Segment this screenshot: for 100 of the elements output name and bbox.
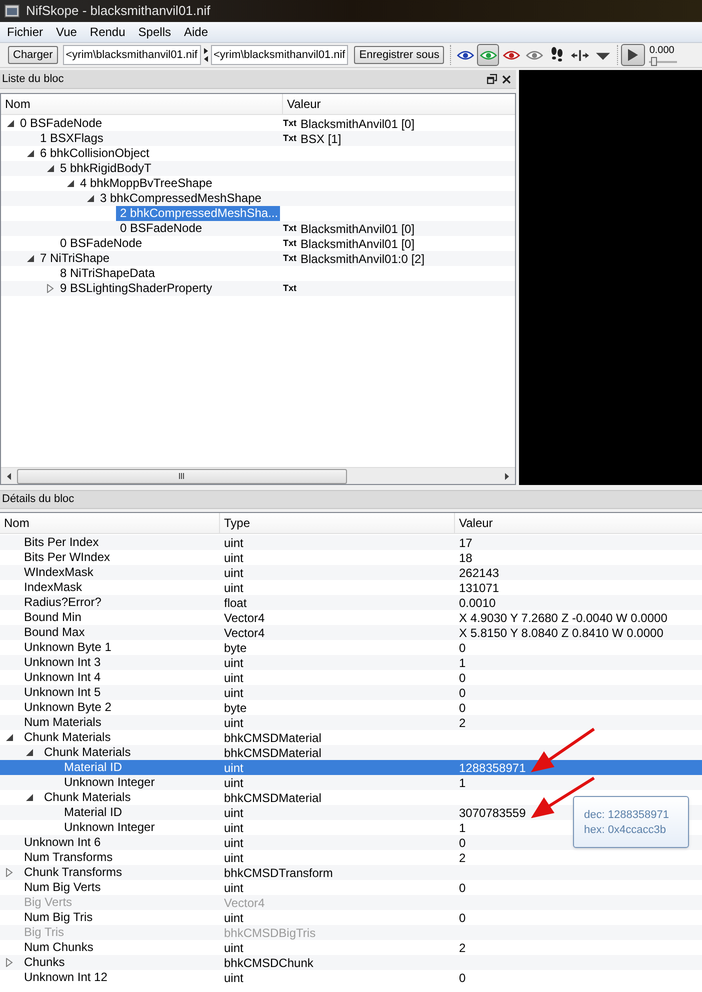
property-type: uint <box>224 836 244 850</box>
property-name: Unknown Integer <box>63 775 155 790</box>
property-name: Unknown Int 4 <box>23 670 101 685</box>
property-name: Chunk Materials <box>43 745 131 760</box>
property-type: bhkCMSDMaterial <box>224 790 322 804</box>
property-name: Bits Per Index <box>23 535 99 550</box>
property-type: uint <box>224 776 244 790</box>
property-type: Vector4 <box>224 626 265 640</box>
property-type: uint <box>224 656 244 670</box>
property-name: Unknown Int 12 <box>23 970 108 985</box>
property-type: uint <box>224 760 244 774</box>
value-text: BlacksmithAnvil01 [0] <box>300 220 415 238</box>
tooltip-text: hex: 0x4ccacc3b <box>584 822 667 836</box>
property-value: 1 <box>459 820 466 834</box>
property-type: float <box>224 596 247 610</box>
property-value: 3070783559 <box>459 806 526 820</box>
property-value: X 4.9030 Y 7.2680 Z -0.0040 W 0.0000 <box>459 610 668 624</box>
property-value: 262143 <box>459 566 500 580</box>
property-type: bhkCMSDMaterial <box>224 746 322 760</box>
property-name: Num Transforms <box>23 850 113 865</box>
property-value: 0 <box>459 640 466 654</box>
property-type: bhkCMSDTransform <box>224 866 333 880</box>
property-type: uint <box>224 566 244 580</box>
property-type: uint <box>224 806 244 820</box>
property-name: Chunks <box>23 955 65 970</box>
property-value: 1 <box>459 776 466 790</box>
property-value: 2 <box>459 940 466 954</box>
property-type: byte <box>224 640 247 654</box>
property-value: 17 <box>459 536 472 550</box>
property-type: uint <box>224 536 244 550</box>
type-tag: Txt <box>283 282 296 296</box>
property-name: Unknown Int 5 <box>23 685 101 700</box>
property-name: Chunk Transforms <box>23 865 122 880</box>
property-type: uint <box>224 686 244 700</box>
property-value: 0 <box>459 836 466 850</box>
property-type: uint <box>224 820 244 834</box>
property-value: 0 <box>459 910 466 924</box>
property-name: Unknown Byte 1 <box>23 640 112 655</box>
property-name: Bound Min <box>23 610 82 625</box>
property-value: X 5.8150 Y 8.0840 Z 0.8410 W 0.0000 <box>459 626 664 640</box>
panel-title: Détails du bloc <box>2 492 74 508</box>
property-type: uint <box>224 850 244 864</box>
property-name: Chunk Materials <box>23 730 111 745</box>
property-name: Big Verts <box>23 895 72 910</box>
type-tag: Txt <box>283 132 296 146</box>
property-name: Big Tris <box>23 925 64 940</box>
property-value: 18 <box>459 550 472 564</box>
property-name: Bits Per WIndex <box>23 550 110 565</box>
type-tag: Txt <box>283 222 296 236</box>
type-tag: Txt <box>283 236 296 250</box>
property-type: uint <box>224 880 244 894</box>
value-text: BlacksmithAnvil01:0 [2] <box>300 250 425 268</box>
property-value: 0 <box>459 670 466 684</box>
property-name: Unknown Int 3 <box>23 655 101 670</box>
property-type: Vector4 <box>224 610 265 624</box>
property-value: 1 <box>459 656 466 670</box>
time-value: 0.000 <box>649 44 676 56</box>
property-name: Material ID <box>63 805 122 820</box>
property-type: uint <box>224 970 244 984</box>
tooltip-text: dec: 1288358971 <box>584 808 670 822</box>
property-value: 131071 <box>459 580 500 594</box>
property-value: 0 <box>459 880 466 894</box>
property-name: Material ID <box>63 760 122 775</box>
property-type: uint <box>224 910 244 924</box>
window-title: NifSkope - blacksmithanvil01.nif <box>26 2 210 20</box>
type-tag: Txt <box>283 116 296 130</box>
property-name: Radius?Error? <box>23 595 102 610</box>
property-value: 1288358971 <box>459 760 526 774</box>
property-type: uint <box>224 716 244 730</box>
property-value: 0 <box>459 970 466 984</box>
panel-title: Liste du bloc <box>2 72 64 87</box>
property-name: Unknown Integer <box>63 820 155 835</box>
property-name: Num Big Tris <box>23 910 93 925</box>
property-name: Bound Max <box>23 625 85 640</box>
property-value: 0 <box>459 686 466 700</box>
property-name: IndexMask <box>23 580 82 595</box>
value-text: BlacksmithAnvil01 [0] <box>300 116 415 132</box>
property-type: uint <box>224 550 244 564</box>
property-name: Num Chunks <box>23 940 94 955</box>
property-value: 2 <box>459 716 466 730</box>
property-type: uint <box>224 670 244 684</box>
property-value: 0 <box>459 700 466 714</box>
property-type: bhkCMSDBigTris <box>224 926 316 940</box>
property-name: Num Materials <box>23 715 102 730</box>
property-name: WIndexMask <box>23 565 94 580</box>
property-name: Unknown Int 6 <box>23 835 101 850</box>
property-name: Chunk Materials <box>43 790 131 805</box>
property-value: 2 <box>459 850 466 864</box>
property-name: Num Big Verts <box>23 880 101 895</box>
property-type: uint <box>224 940 244 954</box>
property-name: Unknown Byte 2 <box>23 700 112 715</box>
value-text: BlacksmithAnvil01 [0] <box>300 236 415 252</box>
property-type: uint <box>224 580 244 594</box>
property-type: byte <box>224 700 247 714</box>
value-text: BSX [1] <box>300 130 342 148</box>
property-type: Vector4 <box>224 896 265 910</box>
property-type: bhkCMSDMaterial <box>224 730 322 744</box>
property-value: 0.0010 <box>459 596 496 610</box>
type-tag: Txt <box>283 252 296 266</box>
property-type: bhkCMSDChunk <box>224 956 314 970</box>
